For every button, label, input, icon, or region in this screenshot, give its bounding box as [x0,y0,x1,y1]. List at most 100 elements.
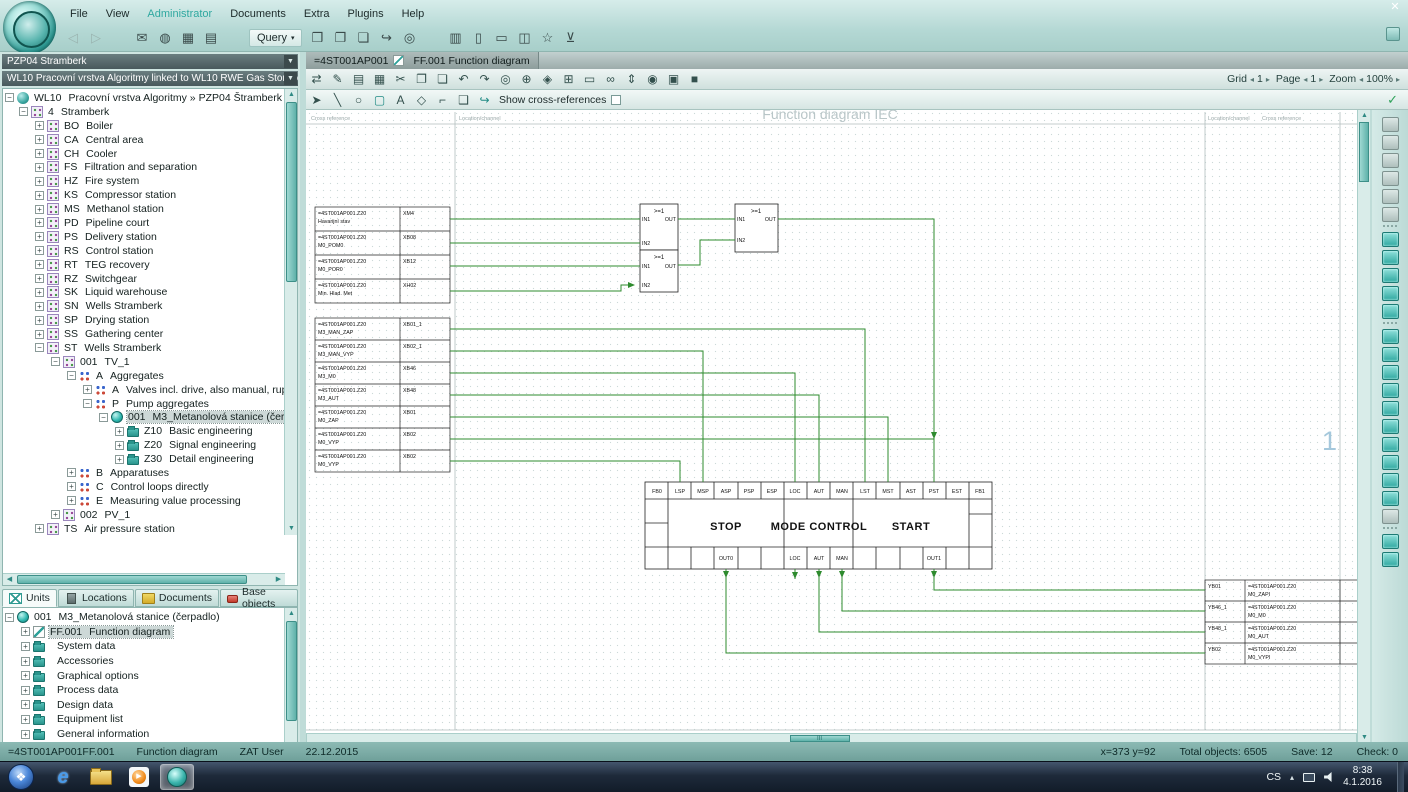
navigator-tab[interactable]: Locations [58,589,134,607]
or-gate-2[interactable]: >=1 IN1 OUT IN2 [640,250,678,292]
scrollbar-thumb[interactable] [1359,122,1369,182]
tree-expander[interactable]: + [115,427,124,436]
tree-item[interactable]: + Z30 Detail engineering [3,452,285,466]
query-button[interactable]: Query ▾ [249,29,302,47]
view-icon[interactable]: ◉ [642,70,663,88]
menu-item[interactable]: File [62,6,96,24]
tree-expander[interactable]: + [35,205,44,214]
speaker-icon[interactable] [1324,772,1334,782]
increase-icon[interactable]: ▸ [1266,75,1270,84]
scrollbar-thumb[interactable] [17,575,247,584]
tree-expander[interactable]: + [21,730,30,739]
text-tool-icon[interactable]: A [390,91,411,109]
line-tool-icon[interactable]: ╲ [327,91,348,109]
move-icon[interactable]: ⇕ [621,70,642,88]
internet-icon[interactable]: ◍ [154,28,176,48]
start-button[interactable]: ❖ [8,764,34,790]
tree-item[interactable]: + System data [3,639,285,654]
tree-item[interactable]: + Z10 Basic engineering [3,424,285,438]
stencil-icon[interactable] [1382,383,1399,398]
print-icon[interactable]: ▤ [348,70,369,88]
back-icon[interactable]: ◁ [62,28,84,48]
decrease-icon[interactable]: ◂ [1303,75,1307,84]
tree-expander[interactable]: + [67,468,76,477]
stencil-icon[interactable] [1382,419,1399,434]
document-tab[interactable]: =4ST001AP001 FF.001 Function diagram [306,52,539,69]
tree-item[interactable]: + HZ Fire system [3,174,285,188]
taskbar-mediaplayer-icon[interactable]: ▶ [122,764,156,790]
sheet-icon[interactable]: ▭ [579,70,600,88]
tree-item[interactable]: + Process data [3,683,285,698]
stencil-icon[interactable] [1382,286,1399,301]
tree-expander[interactable]: + [35,288,44,297]
tree-expander[interactable]: − [35,343,44,352]
tree-item[interactable]: + General information [3,727,285,742]
stencil-icon[interactable] [1382,437,1399,452]
stencil-icon[interactable] [1382,135,1399,150]
stencil-icon[interactable] [1382,304,1399,319]
tree-item[interactable]: − 001 M3_Metanolová stanice (čerpadlo) [3,610,285,625]
scroll-up-icon[interactable]: ▲ [1358,110,1371,122]
stencil-icon[interactable] [1382,189,1399,204]
sep[interactable] [108,28,130,48]
stencil-icon[interactable] [1382,455,1399,470]
taskbar-ie-icon[interactable]: e [46,764,80,790]
plugin-icon[interactable]: ⊻ [559,28,581,48]
show-desktop-button[interactable] [1397,762,1404,792]
stencil-icon[interactable] [1382,153,1399,168]
scroll-up-icon[interactable]: ▲ [285,608,298,620]
tree-item[interactable]: + RZ Switchgear [3,272,285,286]
link-icon[interactable]: ∞ [600,70,621,88]
stencil-icon[interactable] [1382,268,1399,283]
main-function-block[interactable]: FB0 LSP MSP ASP PSP ESP LOC AUT MAN LST … [645,482,992,569]
tree-expander[interactable]: + [35,316,44,325]
stencil-icon[interactable] [1382,250,1399,265]
tree-item[interactable]: + E Measuring value processing [3,494,285,508]
hidden-icons-arrow[interactable]: ▴ [1290,773,1294,782]
tree-item[interactable]: + A Valves incl. drive, also manual, rup… [3,383,285,397]
tree-expander[interactable]: + [35,274,44,283]
undo-icon[interactable]: ↶ [453,70,474,88]
bring-front-icon[interactable]: ■ [684,70,705,88]
decrease-icon[interactable]: ◂ [1250,75,1254,84]
stencil-icon[interactable] [1383,527,1397,531]
tree-item[interactable]: − 4 Stramberk [3,105,285,119]
navigator-tab[interactable]: Units [2,589,57,607]
diagram-drawing[interactable]: Cross reference Location/channel Locatio… [306,110,1357,733]
tree-item[interactable]: + RT TEG recovery [3,258,285,272]
canvas-vertical-scrollbar[interactable]: ▲ ▼ [1357,110,1370,744]
taskbar-engineering-app-icon[interactable] [160,764,194,790]
tree-expander[interactable]: + [21,715,30,724]
tree-expander[interactable]: + [35,524,44,533]
zoom-select-icon[interactable]: ◈ [537,70,558,88]
tree-item[interactable]: + SN Wells Stramberk [3,299,285,313]
project-selector[interactable]: PZP04 Stramberk ▼ [2,54,298,69]
stencil-icon[interactable] [1382,491,1399,506]
tree-expander[interactable]: + [21,642,30,651]
tree-expander[interactable]: + [35,302,44,311]
connection-wires[interactable] [450,219,1205,653]
tree-expander[interactable]: − [5,93,14,102]
tree-expander[interactable]: + [35,260,44,269]
tree-expander[interactable]: + [115,441,124,450]
tree-item[interactable]: + Graphical options [3,668,285,683]
stencil-icon[interactable] [1382,232,1399,247]
stencil-icon[interactable] [1382,552,1399,567]
device-icon[interactable]: ▯ [467,28,489,48]
tree-item[interactable]: + PS Delivery station [3,230,285,244]
crossref-icon[interactable]: ↪ [474,91,495,109]
tree-expander[interactable]: + [35,191,44,200]
refresh-view-icon[interactable]: ⇄ [306,70,327,88]
stencil-icon[interactable] [1382,401,1399,416]
stencil-icon[interactable] [1383,225,1397,229]
scrollbar-thumb[interactable]: III [790,735,850,742]
window-close-button[interactable]: ✕ [1387,1,1403,15]
tree-expander[interactable]: − [83,399,92,408]
copy-objects-icon[interactable]: ❒ [306,28,328,48]
tree-expander[interactable]: + [21,671,30,680]
input-signal-table-1[interactable]: =4ST001AP001.Z20 Havarijní stav XM4 =4ST… [315,207,450,303]
favorites-icon[interactable]: ☆ [536,28,558,48]
tree-expander[interactable]: + [21,700,30,709]
columns-icon[interactable]: ◫ [513,28,535,48]
stencil-icon[interactable] [1382,171,1399,186]
